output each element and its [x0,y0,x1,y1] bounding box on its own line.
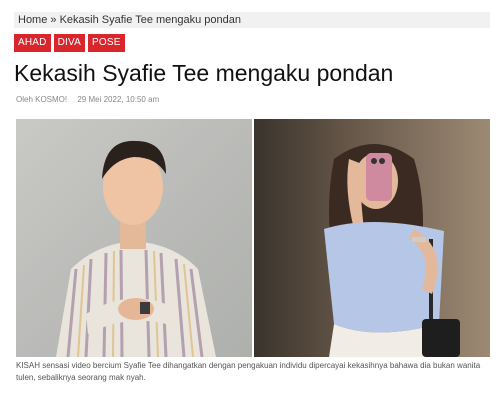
image-caption: KISAH sensasi video bercium Syafie Tee d… [16,361,481,382]
breadcrumb: Home » Kekasih Syafie Tee mengaku pondan [14,12,490,28]
tag-ahad[interactable]: AHAD [14,34,51,52]
woman-illustration [324,144,460,357]
article-author[interactable]: Oleh KOSMO! [16,95,67,104]
breadcrumb-separator: » [47,14,60,26]
breadcrumb-home-link[interactable]: Home [18,14,47,26]
breadcrumb-current: Kekasih Syafie Tee mengaku pondan [59,14,242,26]
article-featured-image [16,119,490,357]
man-illustration [56,140,216,357]
category-tags: AHAD DIVA POSE [14,34,125,52]
article-date: 29 Mei 2022, 10:50 am [77,95,160,104]
tag-pose[interactable]: POSE [88,34,125,52]
photo-man-striped-shirt [16,119,252,357]
article-meta: Oleh KOSMO! 29 Mei 2022, 10:50 am [16,95,167,104]
tag-diva[interactable]: DIVA [53,34,85,52]
photo-woman-mirror-selfie [254,119,490,357]
article-title: Kekasih Syafie Tee mengaku pondan [14,60,394,86]
